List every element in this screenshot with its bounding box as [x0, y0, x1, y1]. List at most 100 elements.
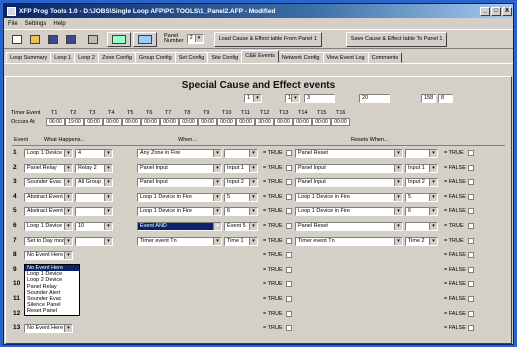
resets-param[interactable]: 5: [405, 192, 438, 202]
resets-select[interactable]: Panel Input: [295, 178, 403, 188]
tab-network-config[interactable]: Network Config: [277, 52, 324, 63]
resets-param[interactable]: Time 2: [405, 236, 438, 246]
what-happens-select[interactable]: Panel Relay: [24, 163, 73, 173]
reset-checkbox[interactable]: [468, 179, 474, 186]
when-param[interactable]: [224, 149, 258, 158]
new-file-button[interactable]: [9, 32, 25, 47]
reset-checkbox[interactable]: [468, 325, 474, 332]
load-from-panel-button[interactable]: Load Cause & Effect table From Panel 1: [213, 31, 322, 47]
resets-param[interactable]: 6: [405, 207, 438, 217]
when-checkbox[interactable]: [286, 310, 292, 317]
save-to-panel-button[interactable]: Save Cause & Effect table To Panel 1: [345, 31, 448, 47]
top-field-3[interactable]: 3: [304, 94, 335, 103]
tab-loop-2[interactable]: Loop 2: [74, 52, 99, 63]
open-file-button[interactable]: [27, 32, 43, 47]
timer-value[interactable]: 06:00: [46, 118, 65, 126]
when-param[interactable]: Input 2: [224, 178, 258, 188]
timer-value[interactable]: 00:00: [103, 118, 122, 126]
reset-checkbox[interactable]: [468, 310, 474, 317]
tab-view-event-log[interactable]: View Event Log: [322, 52, 369, 63]
when-select[interactable]: Loop 1 Device in Fire: [137, 192, 222, 202]
resets-select[interactable]: Panel Input: [295, 163, 403, 173]
tab-set-config[interactable]: Set Config: [174, 52, 209, 63]
timer-value[interactable]: 00:00: [198, 118, 217, 126]
what-happens-select[interactable]: Abstract Event: [24, 192, 73, 202]
when-select[interactable]: Loop 1 Device in Fire: [137, 207, 222, 217]
what-happens-param[interactable]: 10: [75, 222, 113, 231]
when-param[interactable]: Event 5: [224, 222, 258, 231]
when-param[interactable]: Time 1: [224, 236, 258, 246]
when-select[interactable]: Panel Input: [137, 178, 222, 188]
maximize-button[interactable]: □: [491, 6, 501, 16]
menu-file[interactable]: File: [8, 21, 18, 27]
tab-c-e-events[interactable]: C&E Events: [241, 50, 279, 63]
timer-value[interactable]: 00:00: [312, 118, 331, 126]
when-checkbox[interactable]: [286, 281, 292, 288]
reset-checkbox[interactable]: [468, 193, 474, 200]
save-file-button[interactable]: [45, 32, 61, 47]
timer-value[interactable]: 00:00: [160, 118, 179, 126]
event-type-dropdown-list[interactable]: No Event Here Loop 1 Device Loop 2 Device P…: [24, 264, 80, 316]
what-happens-param[interactable]: Relay 2: [75, 163, 113, 173]
what-happens-param[interactable]: All Group: [75, 178, 113, 188]
tab-group-config[interactable]: Group Config: [134, 52, 176, 63]
what-happens-select[interactable]: Sounder Evac: [24, 178, 73, 188]
top-field-1[interactable]: 1: [244, 94, 262, 103]
timer-value[interactable]: 00:00: [236, 118, 255, 126]
when-checkbox[interactable]: [286, 179, 292, 186]
when-select[interactable]: Any Zone in Fire: [137, 149, 222, 158]
timer-value[interactable]: 00:00: [122, 118, 141, 126]
top-field-6[interactable]: 8: [438, 94, 453, 103]
resets-select[interactable]: Panel Reset: [295, 222, 403, 231]
what-happens-select[interactable]: Set to Day mod: [24, 236, 73, 246]
reset-checkbox[interactable]: [468, 266, 474, 273]
timer-value[interactable]: 19:00: [65, 118, 84, 126]
what-happens-select[interactable]: Loop 1 Device: [24, 149, 73, 158]
reset-checkbox[interactable]: [468, 296, 474, 302]
when-checkbox[interactable]: [286, 150, 292, 156]
reset-checkbox[interactable]: [468, 237, 474, 244]
tab-loop-1[interactable]: Loop 1: [50, 52, 76, 63]
timer-value[interactable]: 30:00: [255, 118, 274, 126]
timer-value[interactable]: 00:00: [293, 118, 312, 126]
resets-select[interactable]: Timer event Tn: [295, 236, 403, 246]
minimize-button[interactable]: _: [480, 6, 490, 16]
dropdown-option[interactable]: Reset Panel: [25, 308, 79, 314]
what-happens-select[interactable]: No Event Here: [24, 251, 73, 261]
what-happens-select[interactable]: Abstract Event: [24, 207, 73, 217]
save-all-button[interactable]: [63, 32, 79, 47]
reset-checkbox[interactable]: [468, 150, 474, 156]
what-happens-select[interactable]: Loop 1 Device: [24, 222, 73, 231]
timer-value[interactable]: 00:00: [141, 118, 160, 126]
print-button[interactable]: [85, 32, 101, 47]
reset-checkbox[interactable]: [468, 223, 474, 229]
when-checkbox[interactable]: [286, 193, 292, 200]
menu-help[interactable]: Help: [53, 21, 65, 27]
top-field-dropdown[interactable]: [266, 94, 271, 103]
top-field-5[interactable]: 158: [421, 94, 436, 103]
when-checkbox[interactable]: [286, 208, 292, 215]
timer-value[interactable]: 00:00: [331, 118, 350, 126]
what-happens-param[interactable]: [75, 192, 113, 202]
when-param[interactable]: Input 1: [224, 163, 258, 173]
when-select[interactable]: Timer event Tn: [137, 236, 222, 246]
reset-checkbox[interactable]: [468, 281, 474, 288]
when-checkbox[interactable]: [286, 325, 292, 332]
resets-select[interactable]: Loop 1 Device in Fire: [295, 192, 403, 202]
tab-site-config[interactable]: Site Config: [207, 52, 243, 63]
when-param[interactable]: 5: [224, 192, 258, 202]
timer-value[interactable]: 00:00: [84, 118, 103, 126]
reset-checkbox[interactable]: [468, 164, 474, 171]
tab-loop-summary[interactable]: Loop Summary: [6, 52, 52, 63]
tab-comments[interactable]: Comments: [367, 52, 403, 63]
panel-number-select[interactable]: 2: [186, 34, 204, 44]
timer-value[interactable]: 00:00: [217, 118, 236, 126]
when-checkbox[interactable]: [286, 252, 292, 259]
write-panel-button[interactable]: [133, 31, 157, 47]
when-checkbox[interactable]: [286, 266, 292, 273]
resets-param[interactable]: [405, 149, 438, 158]
when-checkbox[interactable]: [286, 296, 292, 302]
resets-select[interactable]: Loop 1 Device in Fire: [295, 207, 403, 217]
resets-param[interactable]: Input 1: [405, 163, 438, 173]
read-panel-button[interactable]: [107, 31, 131, 47]
